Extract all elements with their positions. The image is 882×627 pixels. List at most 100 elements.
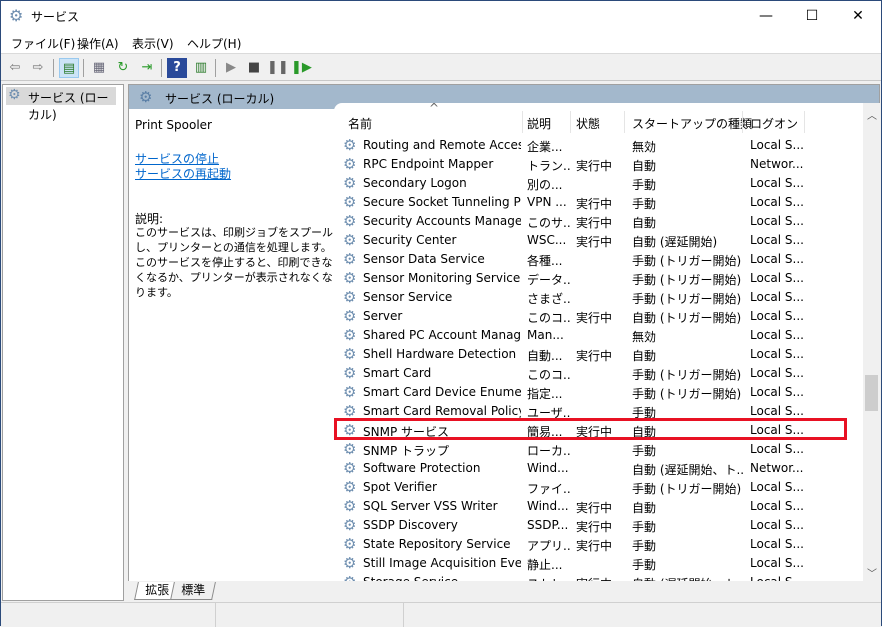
service-description: ローカ...	[527, 444, 571, 458]
close-button[interactable]: ✕	[835, 1, 881, 31]
service-description: 各種...	[527, 254, 563, 268]
service-logon: Local S...	[750, 252, 804, 266]
service-description: ファイ...	[527, 482, 571, 496]
pause-icon[interactable]: ❚❚	[267, 58, 289, 78]
restart-service-link[interactable]: サービスの再起動	[135, 165, 231, 182]
service-name: Shared PC Account Manager	[363, 328, 521, 342]
service-startup-type: 自動	[632, 349, 657, 363]
minimize-button[interactable]: —	[743, 1, 789, 31]
service-row[interactable]: ⚙ Routing and Remote Access 企業... 無効 Local S…	[334, 136, 863, 155]
sort-ascending-icon: ^	[429, 103, 440, 115]
start-icon[interactable]: ▶	[221, 58, 241, 78]
service-name: Smart Card Device Enumera...	[363, 385, 521, 399]
export-list-icon[interactable]: ⇥	[137, 58, 157, 78]
service-row[interactable]: ⚙ Security Center WSC... 実行中 自動 (遅延開始) Local …	[334, 231, 863, 250]
column-header-name[interactable]: 名前	[348, 115, 372, 133]
service-row[interactable]: ⚙ Sensor Service さまざ... 手動 (トリガー開始) Local S.…	[334, 288, 863, 307]
service-startup-type: 手動	[632, 197, 657, 211]
service-name: Secondary Logon	[363, 176, 467, 190]
service-row[interactable]: ⚙ State Repository Service アプリ... 実行中 手動 Loca…	[334, 535, 863, 554]
gear-icon: ⚙	[343, 460, 357, 476]
menu-bar: ファイル(F) 操作(A) 表示(V) ヘルプ(H)	[1, 31, 881, 54]
service-row[interactable]: ⚙ Server このコ... 実行中 自動 (トリガー開始) Local S...	[334, 307, 863, 326]
tree-item-services-local[interactable]: ⚙ サービス (ローカル)	[6, 87, 116, 122]
service-description: 自動...	[527, 349, 563, 363]
gear-icon: ⚙	[343, 403, 357, 419]
service-startup-type: 自動	[632, 501, 657, 515]
gear-icon: ⚙	[343, 137, 357, 153]
gear-icon: ⚙	[343, 270, 357, 286]
gear-icon: ⚙	[343, 441, 357, 457]
gear-icon: ⚙	[343, 517, 357, 533]
service-description: このサ...	[527, 216, 571, 230]
service-startup-type: 自動	[632, 159, 657, 173]
description-text: このサービスは、印刷ジョブをスプールし、プリンターとの通信を処理します。このサー…	[135, 226, 333, 299]
service-description: Man...	[527, 328, 564, 342]
service-row[interactable]: ⚙Storage Serviceストレ...実行中自動 (遅延開始、ト...Lo…	[334, 573, 863, 581]
gear-icon: ⚙	[343, 574, 359, 581]
service-logon: Local S...	[750, 499, 804, 513]
service-name: Spot Verifier	[363, 480, 437, 494]
refresh-icon[interactable]: ↻	[113, 58, 133, 78]
service-row[interactable]: ⚙ Software Protection Wind... 自動 (遅延開始、ト...…	[334, 459, 863, 478]
action-pane-icon[interactable]: ▥	[191, 58, 211, 78]
service-logon: Local S...	[750, 518, 804, 532]
service-logon: Local S...	[750, 366, 804, 380]
service-row[interactable]: ⚙ Smart Card このコ... 手動 (トリガー開始) Local S...	[334, 364, 863, 383]
service-row[interactable]: ⚙ Security Accounts Manager このサ... 実行中 自動 Loc…	[334, 212, 863, 231]
tab-standard[interactable]: 標準	[170, 582, 216, 600]
menu-file[interactable]: ファイル(F)	[11, 35, 75, 52]
service-row[interactable]: ⚙ Shell Hardware Detection 自動... 実行中 自動 Local…	[334, 345, 863, 364]
service-startup-type: 手動 (トリガー開始)	[632, 273, 742, 287]
panel-title: サービス (ローカル)	[165, 92, 275, 106]
service-name: Software Protection	[363, 461, 481, 475]
service-row[interactable]: ⚙ SSDP Discovery SSDP... 実行中 手動 Local S...	[334, 516, 863, 535]
gear-icon: ⚙	[8, 87, 21, 103]
resume-icon[interactable]: ❚▶	[291, 58, 312, 78]
menu-view[interactable]: 表示(V)	[132, 35, 174, 52]
service-status: 実行中	[576, 159, 613, 173]
service-row[interactable]: ⚙ SQL Server VSS Writer Wind... 実行中 自動 Local …	[334, 497, 863, 516]
service-row[interactable]: ⚙ Secure Socket Tunneling Pr... VPN ... 実行中…	[334, 193, 863, 212]
scrollbar-thumb[interactable]	[865, 375, 878, 411]
service-startup-type: 手動	[632, 178, 657, 192]
service-logon: Local S...	[750, 290, 804, 304]
column-header-status[interactable]: 状態	[576, 115, 600, 133]
service-row[interactable]: ⚙ Smart Card Device Enumera... 指定... 手動 (トリ…	[334, 383, 863, 402]
menu-help[interactable]: ヘルプ(H)	[187, 35, 241, 52]
column-header-startup-type[interactable]: スタートアップの種類	[632, 115, 752, 133]
service-description: Wind...	[527, 461, 569, 475]
menu-action[interactable]: 操作(A)	[77, 35, 119, 52]
maximize-button[interactable]: ☐	[789, 1, 835, 31]
service-startup-type: 手動 (トリガー開始)	[632, 387, 742, 401]
help-icon[interactable]: ?	[167, 58, 187, 78]
service-row[interactable]: ⚙ Still Image Acquisition Events 静止... 手動 Lo…	[334, 554, 863, 573]
service-logon: Networ...	[750, 157, 804, 171]
scroll-down-icon[interactable]: ﹀	[867, 565, 877, 580]
column-header-logon[interactable]: ログオン	[750, 115, 798, 133]
tab-label: 拡張	[145, 583, 170, 597]
back-icon[interactable]: ⇦	[5, 58, 25, 78]
show-hide-console-tree-icon[interactable]: ▤	[59, 58, 79, 78]
stop-icon[interactable]: ■	[244, 58, 264, 78]
service-row[interactable]: ⚙ SNMP トラップ ローカ... 手動 Local S...	[334, 440, 863, 459]
forward-icon[interactable]: ⇨	[28, 58, 48, 78]
service-row[interactable]: ⚙ Spot Verifier ファイ... 手動 (トリガー開始) Local S..…	[334, 478, 863, 497]
service-description: 指定...	[527, 387, 563, 401]
service-name: SQL Server VSS Writer	[363, 499, 498, 513]
service-logon: Local S...	[750, 214, 804, 228]
vertical-scrollbar[interactable]: ︿ ﹀	[863, 103, 880, 581]
service-logon: Local S...	[750, 309, 804, 323]
scroll-up-icon[interactable]: ︿	[867, 107, 877, 122]
column-header-description[interactable]: 説明	[527, 115, 551, 133]
service-row[interactable]: ⚙ RPC Endpoint Mapper トラン... 実行中 自動 Networ...	[334, 155, 863, 174]
service-row[interactable]: ⚙ Sensor Data Service 各種... 手動 (トリガー開始) Loca…	[334, 250, 863, 269]
service-row[interactable]: ⚙ Sensor Monitoring Service データ... 手動 (トリガー…	[334, 269, 863, 288]
service-name: Smart Card Removal Policy	[363, 404, 521, 418]
properties-icon[interactable]: ▦	[89, 58, 109, 78]
service-row[interactable]: ⚙ Secondary Logon 別の... 手動 Local S...	[334, 174, 863, 193]
service-startup-type: 手動 (トリガー開始)	[632, 368, 742, 382]
window-title: サービス	[31, 10, 80, 24]
service-logon: Local S...	[750, 233, 804, 247]
service-row[interactable]: ⚙ Shared PC Account Manager Man... 無効 Local …	[334, 326, 863, 345]
